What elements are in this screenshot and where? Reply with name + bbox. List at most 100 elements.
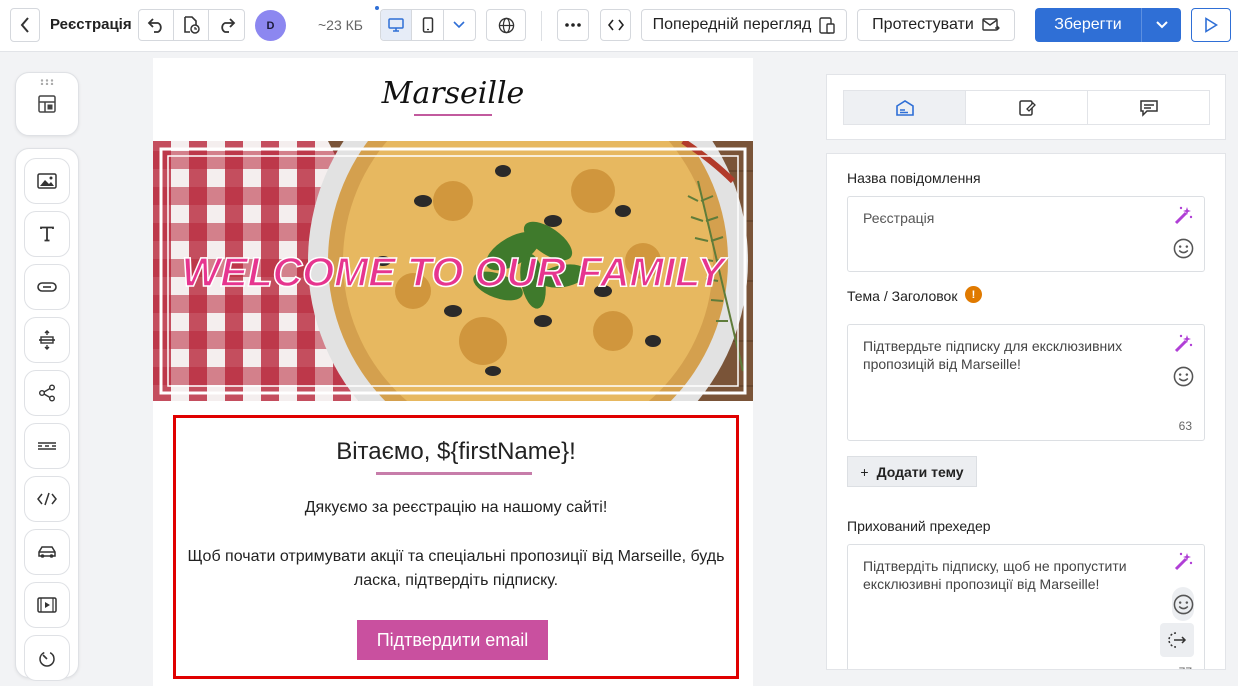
devices-icon <box>819 16 836 34</box>
desktop-view-button[interactable] <box>381 10 413 40</box>
chevron-down-icon <box>1155 21 1168 29</box>
tab-appearance[interactable] <box>966 91 1088 124</box>
body-paragraph[interactable]: Щоб почати отримувати акції та спеціальн… <box>182 545 730 593</box>
add-subject-button[interactable]: + Додати тему <box>847 456 977 487</box>
hero-banner[interactable]: WELCOME TO OUR FAMILY <box>153 141 753 401</box>
mobile-view-button[interactable] <box>412 10 444 40</box>
preview-button[interactable]: Попередній перегляд <box>641 9 847 41</box>
block-social[interactable] <box>24 370 70 416</box>
block-image[interactable] <box>24 158 70 204</box>
subject-char-counter: 63 <box>1178 419 1192 433</box>
code-view-button[interactable] <box>600 9 631 41</box>
block-html[interactable] <box>24 476 70 522</box>
undo-button[interactable] <box>139 10 174 40</box>
greeting-heading[interactable]: Вітаємо, ${firstName}! <box>176 438 736 466</box>
thanks-text[interactable]: Дякуємо за реєстрацію на нашому сайті! <box>176 499 736 517</box>
emoji-icon <box>1173 594 1193 614</box>
add-subject-label: Додати тему <box>876 463 964 480</box>
save-options-button[interactable] <box>1142 8 1181 42</box>
emoji-button[interactable] <box>1172 587 1194 621</box>
block-spacer[interactable] <box>24 317 70 363</box>
tab-message-settings[interactable] <box>844 91 966 124</box>
ai-magic-button[interactable] <box>1172 333 1194 355</box>
brand-logo[interactable]: Marseille <box>153 76 753 111</box>
preheader-value: Підтвердіть підписку, щоб не пропустити … <box>863 558 1127 592</box>
logo-underline <box>414 114 492 116</box>
ai-magic-button[interactable] <box>1172 205 1194 227</box>
redo-icon <box>220 18 235 33</box>
mobile-icon <box>422 17 433 33</box>
code-icon <box>37 492 57 506</box>
preheader-char-counter: 77 <box>1179 665 1192 669</box>
undo-icon <box>147 18 162 33</box>
structures-panel-button[interactable] <box>15 72 79 136</box>
subject-value: Підтвердьте підписку для ексклюзивних пр… <box>863 338 1123 372</box>
tab-comments[interactable] <box>1088 91 1209 124</box>
divider-icon <box>38 442 56 450</box>
test-button-label: Протестувати <box>872 16 974 33</box>
drag-handle-icon <box>40 79 54 85</box>
paint-icon <box>1018 99 1036 116</box>
email-canvas: Marseille WELCOME TO OUR FAMILY Вітаємо,… <box>153 58 753 686</box>
more-horizontal-icon <box>565 23 581 27</box>
comment-icon <box>1139 99 1158 117</box>
layout-blocks-icon <box>38 95 56 113</box>
heading-underline <box>376 472 532 475</box>
document-clock-icon <box>184 16 200 34</box>
login-arrow-icon <box>1168 632 1187 648</box>
version-history-button[interactable] <box>174 10 209 40</box>
car-icon <box>38 546 56 558</box>
device-dropdown-button[interactable] <box>444 10 475 40</box>
button-icon <box>37 282 57 292</box>
message-name-field[interactable]: Реєстрація <box>847 196 1205 272</box>
chevron-left-icon <box>20 17 29 33</box>
text-icon <box>40 226 54 242</box>
warning-icon[interactable]: ! <box>965 286 982 303</box>
test-send-button[interactable]: Протестувати <box>857 9 1015 41</box>
hero-welcome-text: WELCOME TO OUR FAMILY <box>182 249 729 295</box>
device-switcher <box>380 9 476 41</box>
block-video[interactable] <box>24 582 70 628</box>
toolbar-divider <box>541 11 542 41</box>
emoji-button[interactable] <box>1172 365 1194 387</box>
spacer-icon <box>39 330 55 350</box>
redo-button[interactable] <box>209 10 244 40</box>
back-button[interactable] <box>10 8 40 42</box>
language-button[interactable] <box>486 9 526 41</box>
code-icon <box>607 19 624 31</box>
send-button[interactable] <box>1191 8 1231 42</box>
emoji-button[interactable] <box>1172 237 1194 259</box>
preheader-field[interactable]: Підтвердіть підписку, щоб не пропустити … <box>847 544 1205 669</box>
emoji-icon <box>1173 238 1193 258</box>
pizza-hero-image: WELCOME TO OUR FAMILY <box>153 141 753 401</box>
block-product[interactable] <box>24 529 70 575</box>
play-icon <box>1205 17 1218 33</box>
selected-content-block[interactable]: Вітаємо, ${firstName}! Дякуємо за реєстр… <box>173 415 739 679</box>
block-divider[interactable] <box>24 423 70 469</box>
image-icon <box>37 173 57 189</box>
more-options-button[interactable] <box>557 9 589 41</box>
email-size: ~23 КБ <box>318 17 363 33</box>
block-text[interactable] <box>24 211 70 257</box>
ai-magic-button[interactable] <box>1172 551 1194 573</box>
plus-icon: + <box>860 463 869 480</box>
video-icon <box>37 597 57 613</box>
subject-field[interactable]: Підтвердьте підписку для ексклюзивних пр… <box>847 324 1205 441</box>
preview-button-label: Попередній перегляд <box>652 16 812 33</box>
block-button[interactable] <box>24 264 70 310</box>
message-settings-panel: Назва повідомлення Реєстрація Тема / Заг… <box>826 153 1226 670</box>
mail-send-icon <box>982 18 1000 31</box>
blocks-panel <box>15 148 79 681</box>
globe-icon <box>498 17 514 33</box>
message-name-value: Реєстрація <box>863 210 935 226</box>
save-button-group: Зберегти <box>1035 8 1181 42</box>
save-button[interactable]: Зберегти <box>1035 8 1142 42</box>
insert-variable-button[interactable] <box>1160 623 1194 657</box>
confirm-email-button[interactable]: Підтвердити email <box>357 620 548 660</box>
magic-wand-icon <box>1174 334 1193 353</box>
block-timer[interactable] <box>24 635 70 681</box>
user-avatar[interactable]: D <box>255 10 286 41</box>
preheader-label: Прихований прехедер <box>847 518 991 534</box>
message-name-label: Назва повідомлення <box>847 170 981 186</box>
timer-icon <box>39 651 55 667</box>
